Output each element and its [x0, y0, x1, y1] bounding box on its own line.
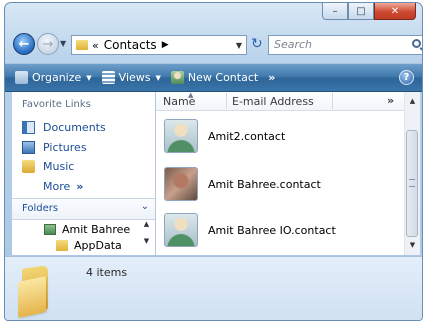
scroll-up-icon[interactable]: ▲ — [405, 94, 420, 109]
folders-heading: Folders — [22, 203, 59, 214]
file-row[interactable]: Amit Bahree IO.contact — [164, 213, 336, 247]
folder-large-icon — [18, 265, 58, 318]
file-row[interactable]: Amit Bahree.contact — [164, 167, 321, 201]
folders-header[interactable]: Folders ⌄ — [12, 198, 155, 220]
more-label: More — [43, 180, 71, 193]
caption-buttons: – □ ✕ — [322, 3, 416, 20]
address-dropdown-icon[interactable]: ▼ — [236, 41, 242, 50]
column-header-email[interactable]: E-mail Address — [232, 95, 314, 108]
tree-item-label: Amit Bahree — [62, 223, 131, 236]
details-pane: 4 items — [5, 256, 422, 320]
scroll-up-icon[interactable]: ▲ — [141, 220, 152, 237]
maximize-button[interactable]: □ — [348, 3, 374, 20]
chevron-down-icon[interactable]: ⌄ — [141, 201, 149, 212]
favorite-links-heading: Favorite Links — [22, 99, 91, 110]
favorite-link-documents[interactable]: Documents — [22, 121, 106, 134]
breadcrumb-separator-icon[interactable]: ▶ — [162, 40, 169, 50]
command-toolbar: Organize ▼ Views ▼ New Contact » ? — [5, 63, 422, 92]
file-name: Amit2.contact — [208, 129, 286, 143]
breadcrumb-contacts[interactable]: Contacts — [104, 38, 157, 52]
favorite-link-music[interactable]: Music — [22, 160, 74, 173]
help-icon[interactable]: ? — [399, 70, 414, 85]
recent-pages-dropdown-icon[interactable]: ▼ — [60, 39, 66, 48]
refresh-icon[interactable]: ↻ — [251, 36, 263, 52]
more-links-button[interactable]: More » — [43, 180, 83, 193]
close-button[interactable]: ✕ — [374, 3, 416, 20]
vertical-scrollbar[interactable]: ▲ ▼ — [404, 92, 420, 255]
chevron-down-icon: ▼ — [86, 73, 92, 82]
new-contact-icon — [170, 71, 184, 84]
organize-label: Organize — [32, 71, 82, 84]
column-header-name[interactable]: Name — [163, 95, 195, 108]
new-contact-label: New Contact — [187, 71, 259, 84]
contact-icon — [164, 213, 198, 247]
music-folder-icon — [22, 160, 35, 173]
scroll-down-icon[interactable]: ▼ — [141, 237, 152, 254]
grip-icon — [409, 179, 415, 187]
favorite-link-label: Pictures — [43, 141, 87, 154]
search-icon[interactable] — [412, 39, 421, 48]
contact-icon — [164, 119, 198, 153]
file-row[interactable]: Amit2.contact — [164, 119, 285, 153]
address-row: ← → ▼ « Contacts ▶ ▼ ↻ Search — [13, 33, 422, 59]
file-list-pane: ▲ Name E-mail Address » Amit2.contact Am… — [156, 91, 420, 255]
scroll-down-icon[interactable]: ▼ — [405, 238, 420, 253]
tree-item-amit-bahree[interactable]: Amit Bahree — [44, 223, 130, 236]
folder-icon — [56, 240, 68, 251]
search-placeholder: Search — [274, 38, 313, 51]
views-button[interactable]: Views ▼ — [101, 71, 161, 84]
column-divider[interactable] — [332, 93, 333, 109]
folders-scrollbar[interactable]: ▲ ▼ — [141, 220, 152, 254]
explorer-window: – □ ✕ ← → ▼ « Contacts ▶ ▼ ↻ Search Orga… — [4, 2, 423, 321]
new-contact-button[interactable]: New Contact — [170, 71, 259, 84]
column-overflow-button[interactable]: » — [387, 94, 394, 107]
favorite-link-label: Documents — [43, 121, 106, 134]
pictures-icon — [22, 141, 35, 154]
file-name: Amit Bahree.contact — [208, 177, 321, 191]
user-folder-icon — [44, 224, 56, 235]
column-header-row: ▲ Name E-mail Address » — [156, 91, 405, 111]
double-chevron-icon: » — [76, 180, 84, 193]
favorite-link-label: Music — [43, 160, 75, 173]
back-button[interactable]: ← — [13, 33, 35, 55]
favorite-link-pictures[interactable]: Pictures — [22, 141, 87, 154]
folder-icon — [76, 40, 88, 50]
column-divider[interactable] — [226, 93, 227, 109]
address-bar[interactable]: « Contacts ▶ ▼ — [71, 35, 247, 55]
organize-icon — [15, 71, 28, 84]
documents-icon — [22, 121, 35, 134]
navigation-pane: Favorite Links Documents Pictures Music … — [12, 92, 156, 255]
tree-item-label: AppData — [74, 239, 122, 252]
views-icon — [101, 71, 115, 84]
item-count: 4 items — [86, 266, 128, 279]
tree-item-appdata[interactable]: AppData — [56, 239, 122, 252]
scrollbar-thumb[interactable] — [406, 130, 418, 237]
views-label: Views — [118, 71, 151, 84]
contact-photo-icon — [164, 167, 198, 201]
forward-button[interactable]: → — [37, 33, 59, 55]
chevron-down-icon: ▼ — [155, 73, 161, 82]
organize-button[interactable]: Organize ▼ — [15, 71, 92, 84]
toolbar-overflow-button[interactable]: » — [268, 71, 275, 84]
file-name: Amit Bahree IO.contact — [208, 223, 336, 237]
breadcrumb-overflow-icon[interactable]: « — [92, 39, 99, 52]
minimize-button[interactable]: – — [322, 3, 348, 20]
search-input[interactable]: Search — [268, 35, 422, 55]
